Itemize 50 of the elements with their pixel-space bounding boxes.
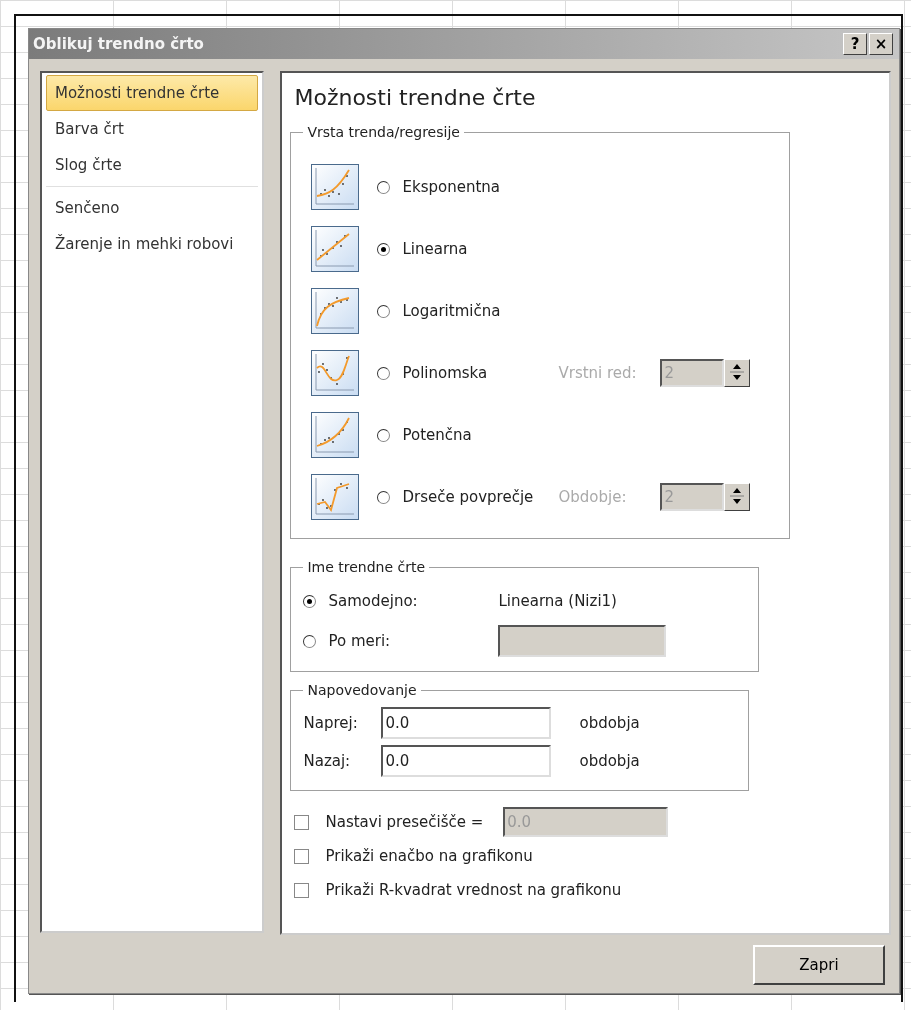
- input-field[interactable]: 0.0: [381, 707, 552, 740]
- radio-label[interactable]: Drseče povprečje: [402, 488, 553, 507]
- sidebar-item[interactable]: Slog črte: [46, 147, 259, 184]
- sidebar-item[interactable]: Senčeno: [46, 190, 259, 227]
- radio-button[interactable]: [377, 428, 391, 442]
- checkbox[interactable]: [294, 882, 310, 898]
- checkbox-label[interactable]: Prikaži R-kvadrat vrednost na grafikonu: [325, 881, 622, 900]
- checkbox[interactable]: [294, 848, 310, 864]
- sidebar-item[interactable]: Žarenje in mehki robovi: [46, 226, 259, 263]
- unit-label: obdobja: [579, 714, 640, 733]
- radio-button[interactable]: [377, 490, 391, 504]
- radio-label[interactable]: Eksponentna: [402, 178, 553, 197]
- trend-chart-icon[interactable]: [311, 288, 360, 335]
- checkbox[interactable]: [294, 814, 310, 830]
- radio-label[interactable]: Polinomska: [402, 364, 553, 383]
- input-field[interactable]: 0.0: [381, 745, 552, 778]
- trend-chart-icon[interactable]: [311, 226, 360, 273]
- field-label: Obdobje:: [558, 488, 628, 507]
- close-button[interactable]: ×: [869, 33, 893, 56]
- group-title: Napovedovanje: [306, 682, 418, 699]
- checkbox-label[interactable]: Nastavi presečišče =: [325, 813, 484, 832]
- spin-button[interactable]: [724, 359, 751, 388]
- panel-title: Možnosti trendne črte: [294, 85, 537, 111]
- group-title: Ime trendne črte: [306, 559, 427, 576]
- trend-name-text: Linearna (Nizi1): [498, 592, 617, 611]
- radio-button[interactable]: [377, 304, 391, 318]
- trend-chart-icon[interactable]: [311, 474, 360, 521]
- radio-button[interactable]: [377, 242, 391, 256]
- radio-label[interactable]: Potenčna: [402, 426, 553, 445]
- group-title: Vrsta trenda/regresije: [306, 124, 461, 141]
- radio-button[interactable]: [377, 366, 391, 380]
- checkbox-label[interactable]: Prikaži enačbo na grafikonu: [325, 847, 533, 866]
- sidebar-item[interactable]: Možnosti trendne črte: [46, 75, 259, 112]
- spin-button[interactable]: [724, 483, 751, 512]
- sidebar-item[interactable]: Barva črt: [46, 111, 259, 148]
- trend-chart-icon[interactable]: [311, 412, 360, 459]
- trend-chart-icon[interactable]: [311, 164, 360, 211]
- unit-label: obdobja: [579, 752, 640, 771]
- field-label: Vrstni red:: [558, 364, 638, 383]
- radio-button[interactable]: [303, 594, 317, 608]
- radio-button[interactable]: [377, 180, 391, 194]
- window-title: Oblikuj trendno črto: [33, 35, 204, 54]
- radio-label[interactable]: Logaritmična: [402, 302, 553, 321]
- radio-label[interactable]: Linearna: [402, 240, 553, 259]
- radio-label[interactable]: Samodejno:: [328, 592, 499, 611]
- field-label: Naprej:: [303, 714, 359, 733]
- trend-chart-icon[interactable]: [311, 350, 360, 397]
- field-label: Nazaj:: [303, 752, 352, 771]
- help-button[interactable]: ?: [843, 33, 867, 56]
- close-button[interactable]: Zapri: [753, 945, 885, 986]
